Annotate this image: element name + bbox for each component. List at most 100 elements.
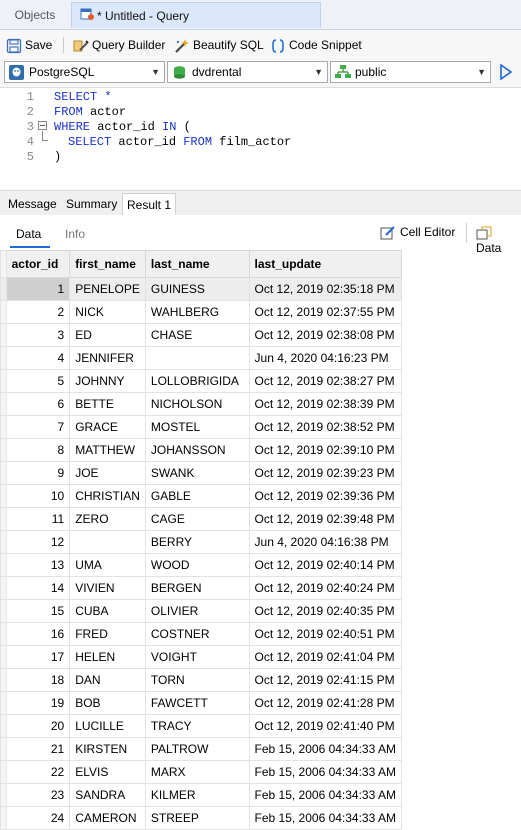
table-row[interactable]: 16 FRED COSTNER Oct 12, 2019 02:40:51 PM bbox=[0, 622, 402, 646]
table-row[interactable]: 19 BOB FAWCETT Oct 12, 2019 02:41:28 PM bbox=[0, 691, 402, 715]
cell-last-update[interactable]: Oct 12, 2019 02:39:23 PM bbox=[248, 461, 402, 485]
cell-last-name[interactable]: CAGE bbox=[144, 507, 250, 531]
cell-actor-id[interactable]: 21 bbox=[5, 737, 71, 761]
cell-actor-id[interactable]: 12 bbox=[5, 530, 71, 554]
code-snippet-button[interactable]: Code Snippet bbox=[270, 34, 362, 56]
cell-last-name[interactable]: MARX bbox=[144, 760, 250, 784]
table-row[interactable]: 11 ZERO CAGE Oct 12, 2019 02:39:48 PM bbox=[0, 507, 402, 531]
cell-actor-id[interactable]: 19 bbox=[5, 691, 71, 715]
table-row[interactable]: 10 CHRISTIAN GABLE Oct 12, 2019 02:39:36 PM bbox=[0, 484, 402, 508]
table-row[interactable]: 14 VIVIEN BERGEN Oct 12, 2019 02:40:24 PM bbox=[0, 576, 402, 600]
cell-actor-id[interactable]: 13 bbox=[5, 553, 71, 577]
cell-last-name[interactable]: PALTROW bbox=[144, 737, 250, 761]
cell-first-name[interactable]: BETTE bbox=[69, 392, 146, 416]
cell-actor-id[interactable]: 7 bbox=[5, 415, 71, 439]
table-row[interactable]: 2 NICK WAHLBERG Oct 12, 2019 02:37:55 PM bbox=[0, 300, 402, 324]
cell-actor-id[interactable]: 9 bbox=[5, 461, 71, 485]
cell-last-update[interactable]: Oct 12, 2019 02:41:04 PM bbox=[248, 645, 402, 669]
cell-actor-id[interactable]: 23 bbox=[5, 783, 71, 807]
table-row[interactable]: 5 JOHNNY LOLLOBRIGIDA Oct 12, 2019 02:38:27… bbox=[0, 369, 402, 393]
cell-last-name[interactable]: STREEP bbox=[144, 806, 250, 830]
cell-actor-id[interactable]: 22 bbox=[5, 760, 71, 784]
table-row[interactable]: 20 LUCILLE TRACY Oct 12, 2019 02:41:40 PM bbox=[0, 714, 402, 738]
query-builder-button[interactable]: Query Builder bbox=[73, 34, 165, 56]
cell-first-name[interactable]: ELVIS bbox=[69, 760, 146, 784]
cell-actor-id[interactable]: 10 bbox=[5, 484, 71, 508]
cell-actor-id[interactable]: 4 bbox=[5, 346, 71, 370]
table-row[interactable]: 6 BETTE NICHOLSON Oct 12, 2019 02:38:39 PM bbox=[0, 392, 402, 416]
database-select[interactable]: dvdrental ▼ bbox=[167, 61, 328, 83]
column-header-last-update[interactable]: last_update bbox=[248, 250, 402, 278]
cell-last-update[interactable]: Jun 4, 2020 04:16:38 PM bbox=[248, 530, 402, 554]
cell-last-name[interactable]: MOSTEL bbox=[144, 415, 250, 439]
sql-editor[interactable]: 1 2 3 4 5 SELECT * FROM actor WHERE acto… bbox=[0, 88, 521, 188]
table-row[interactable]: 9 JOE SWANK Oct 12, 2019 02:39:23 PM bbox=[0, 461, 402, 485]
cell-editor-button[interactable]: Cell Editor bbox=[380, 225, 455, 241]
tab-objects[interactable]: Objects bbox=[0, 2, 70, 28]
cell-last-update[interactable]: Oct 12, 2019 02:38:27 PM bbox=[248, 369, 402, 393]
cell-first-name[interactable]: UMA bbox=[69, 553, 146, 577]
table-row[interactable]: 8 MATTHEW JOHANSSON Oct 12, 2019 02:39:10 P… bbox=[0, 438, 402, 462]
cell-last-name[interactable] bbox=[144, 346, 250, 370]
save-button[interactable]: Save bbox=[6, 34, 52, 56]
data-button[interactable]: Data bbox=[476, 225, 521, 255]
cell-last-name[interactable]: JOHANSSON bbox=[144, 438, 250, 462]
tab-message[interactable]: Message bbox=[4, 193, 61, 215]
result-grid[interactable]: actor_id first_name last_name last_updat… bbox=[0, 250, 402, 830]
cell-first-name[interactable]: NICK bbox=[69, 300, 146, 324]
cell-last-name[interactable]: WOOD bbox=[144, 553, 250, 577]
cell-last-name[interactable]: GABLE bbox=[144, 484, 250, 508]
tab-data[interactable]: Data bbox=[16, 227, 41, 241]
cell-last-name[interactable]: BERGEN bbox=[144, 576, 250, 600]
cell-first-name[interactable]: VIVIEN bbox=[69, 576, 146, 600]
cell-last-name[interactable]: SWANK bbox=[144, 461, 250, 485]
cell-last-name[interactable]: WAHLBERG bbox=[144, 300, 250, 324]
cell-first-name[interactable]: JENNIFER bbox=[69, 346, 146, 370]
column-header-first-name[interactable]: first_name bbox=[69, 250, 146, 278]
cell-last-name[interactable]: VOIGHT bbox=[144, 645, 250, 669]
cell-last-name[interactable]: BERRY bbox=[144, 530, 250, 554]
cell-last-name[interactable]: OLIVIER bbox=[144, 599, 250, 623]
column-header-actor-id[interactable]: actor_id bbox=[5, 250, 71, 278]
cell-actor-id[interactable]: 20 bbox=[5, 714, 71, 738]
cell-actor-id[interactable]: 6 bbox=[5, 392, 71, 416]
cell-actor-id[interactable]: 3 bbox=[5, 323, 71, 347]
tab-summary[interactable]: Summary bbox=[62, 193, 121, 215]
table-row[interactable]: 18 DAN TORN Oct 12, 2019 02:41:15 PM bbox=[0, 668, 402, 692]
cell-last-update[interactable]: Feb 15, 2006 04:34:33 AM bbox=[248, 760, 402, 784]
cell-first-name[interactable]: LUCILLE bbox=[69, 714, 146, 738]
cell-last-name[interactable]: LOLLOBRIGIDA bbox=[144, 369, 250, 393]
cell-first-name[interactable]: JOHNNY bbox=[69, 369, 146, 393]
cell-actor-id[interactable]: 17 bbox=[5, 645, 71, 669]
cell-actor-id[interactable]: 14 bbox=[5, 576, 71, 600]
cell-last-update[interactable]: Oct 12, 2019 02:39:10 PM bbox=[248, 438, 402, 462]
cell-last-update[interactable]: Oct 12, 2019 02:38:39 PM bbox=[248, 392, 402, 416]
cell-actor-id[interactable]: 5 bbox=[5, 369, 71, 393]
column-header-last-name[interactable]: last_name bbox=[144, 250, 250, 278]
table-row[interactable]: 7 GRACE MOSTEL Oct 12, 2019 02:38:52 PM bbox=[0, 415, 402, 439]
cell-last-update[interactable]: Oct 12, 2019 02:41:40 PM bbox=[248, 714, 402, 738]
cell-last-update[interactable]: Oct 12, 2019 02:41:15 PM bbox=[248, 668, 402, 692]
cell-last-update[interactable]: Oct 12, 2019 02:38:52 PM bbox=[248, 415, 402, 439]
cell-first-name[interactable]: JOE bbox=[69, 461, 146, 485]
cell-last-update[interactable]: Jun 4, 2020 04:16:23 PM bbox=[248, 346, 402, 370]
cell-last-name[interactable]: GUINESS bbox=[144, 277, 250, 301]
cell-first-name[interactable]: ZERO bbox=[69, 507, 146, 531]
cell-first-name[interactable]: CHRISTIAN bbox=[69, 484, 146, 508]
cell-actor-id[interactable]: 8 bbox=[5, 438, 71, 462]
cell-last-update[interactable]: Oct 12, 2019 02:39:48 PM bbox=[248, 507, 402, 531]
cell-first-name[interactable]: DAN bbox=[69, 668, 146, 692]
table-row[interactable]: 3 ED CHASE Oct 12, 2019 02:38:08 PM bbox=[0, 323, 402, 347]
cell-last-name[interactable]: FAWCETT bbox=[144, 691, 250, 715]
table-row[interactable]: 4 JENNIFER Jun 4, 2020 04:16:23 PM bbox=[0, 346, 402, 370]
cell-last-name[interactable]: NICHOLSON bbox=[144, 392, 250, 416]
cell-last-update[interactable]: Feb 15, 2006 04:34:33 AM bbox=[248, 737, 402, 761]
cell-last-update[interactable]: Oct 12, 2019 02:38:08 PM bbox=[248, 323, 402, 347]
cell-last-name[interactable]: TORN bbox=[144, 668, 250, 692]
table-row[interactable]: 23 SANDRA KILMER Feb 15, 2006 04:34:33 AM bbox=[0, 783, 402, 807]
cell-last-update[interactable]: Oct 12, 2019 02:40:24 PM bbox=[248, 576, 402, 600]
cell-first-name[interactable]: MATTHEW bbox=[69, 438, 146, 462]
table-row[interactable]: 15 CUBA OLIVIER Oct 12, 2019 02:40:35 PM bbox=[0, 599, 402, 623]
cell-first-name[interactable]: GRACE bbox=[69, 415, 146, 439]
cell-first-name[interactable]: SANDRA bbox=[69, 783, 146, 807]
